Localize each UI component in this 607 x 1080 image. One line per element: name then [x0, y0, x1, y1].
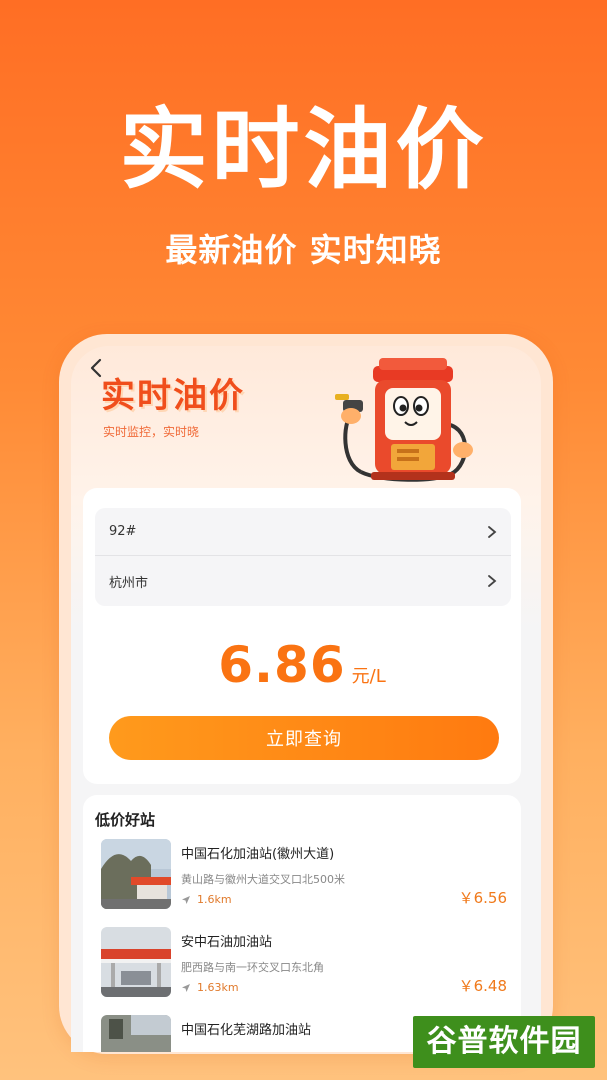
low-price-stations-card: 低价好站 中国石化加油站(徽州大道) 黄山路与徽州大道交叉口北500米 1.6k… — [83, 795, 521, 1052]
chevron-right-icon — [488, 575, 497, 587]
station-price: ￥6.48 — [458, 977, 507, 995]
selector-group: 92# 杭州市 — [95, 508, 511, 606]
station-photo — [101, 927, 171, 997]
price-display: 6.86 元/L — [83, 636, 521, 694]
station-item[interactable]: 安中石油加油站 肥西路与南一环交叉口东北角 1.63km ￥6.48 — [91, 927, 515, 1007]
station-distance: 1.6km — [181, 893, 232, 906]
distance-value: 1.63km — [197, 981, 239, 994]
station-price: ￥6.56 — [458, 889, 507, 907]
city-selector[interactable]: 杭州市 — [95, 557, 511, 605]
app-screen: 实时油价 实时监控，实时晓 92# 杭州市 6.86 元/L 立即查询 低价好站… — [71, 346, 541, 1052]
hero-subtitle: 最新油价 实时知晓 — [165, 231, 442, 269]
station-photo — [101, 1015, 171, 1052]
station-distance: 1.63km — [181, 981, 239, 994]
watermark-logo: 谷普软件园 — [413, 1016, 595, 1068]
navigation-arrow-icon — [182, 983, 190, 992]
banner-subtitle: 实时监控，实时晓 — [103, 425, 200, 439]
city-value: 杭州市 — [109, 575, 149, 591]
fuel-grade-value: 92# — [109, 524, 137, 539]
distance-value: 1.6km — [197, 893, 232, 906]
station-item[interactable]: 中国石化加油站(徽州大道) 黄山路与徽州大道交叉口北500米 1.6km ￥6.… — [91, 839, 515, 919]
price-query-card: 92# 杭州市 6.86 元/L 立即查询 — [83, 488, 521, 784]
station-address: 黄山路与徽州大道交叉口北500米 — [181, 873, 345, 886]
fuel-pump-mascot-icon — [335, 358, 473, 482]
chevron-right-icon — [488, 525, 497, 538]
price-value: 6.86 — [218, 636, 346, 694]
hero-title: 实时油价 — [119, 98, 488, 201]
station-name: 中国石化加油站(徽州大道) — [181, 847, 335, 862]
navigation-arrow-icon — [182, 895, 190, 904]
query-button[interactable]: 立即查询 — [109, 716, 499, 760]
station-name: 中国石化芜湖路加油站 — [181, 1023, 312, 1038]
station-name: 安中石油加油站 — [181, 935, 273, 950]
list-title: 低价好站 — [95, 811, 156, 829]
station-photo — [101, 839, 171, 909]
banner-title: 实时油价 — [101, 376, 245, 416]
fuel-grade-selector[interactable]: 92# — [95, 508, 511, 556]
phone-frame: 实时油价 实时监控，实时晓 92# 杭州市 6.86 元/L 立即查询 低价好站… — [59, 334, 553, 1054]
price-unit: 元/L — [351, 666, 386, 687]
station-address: 肥西路与南一环交叉口东北角 — [181, 961, 324, 974]
